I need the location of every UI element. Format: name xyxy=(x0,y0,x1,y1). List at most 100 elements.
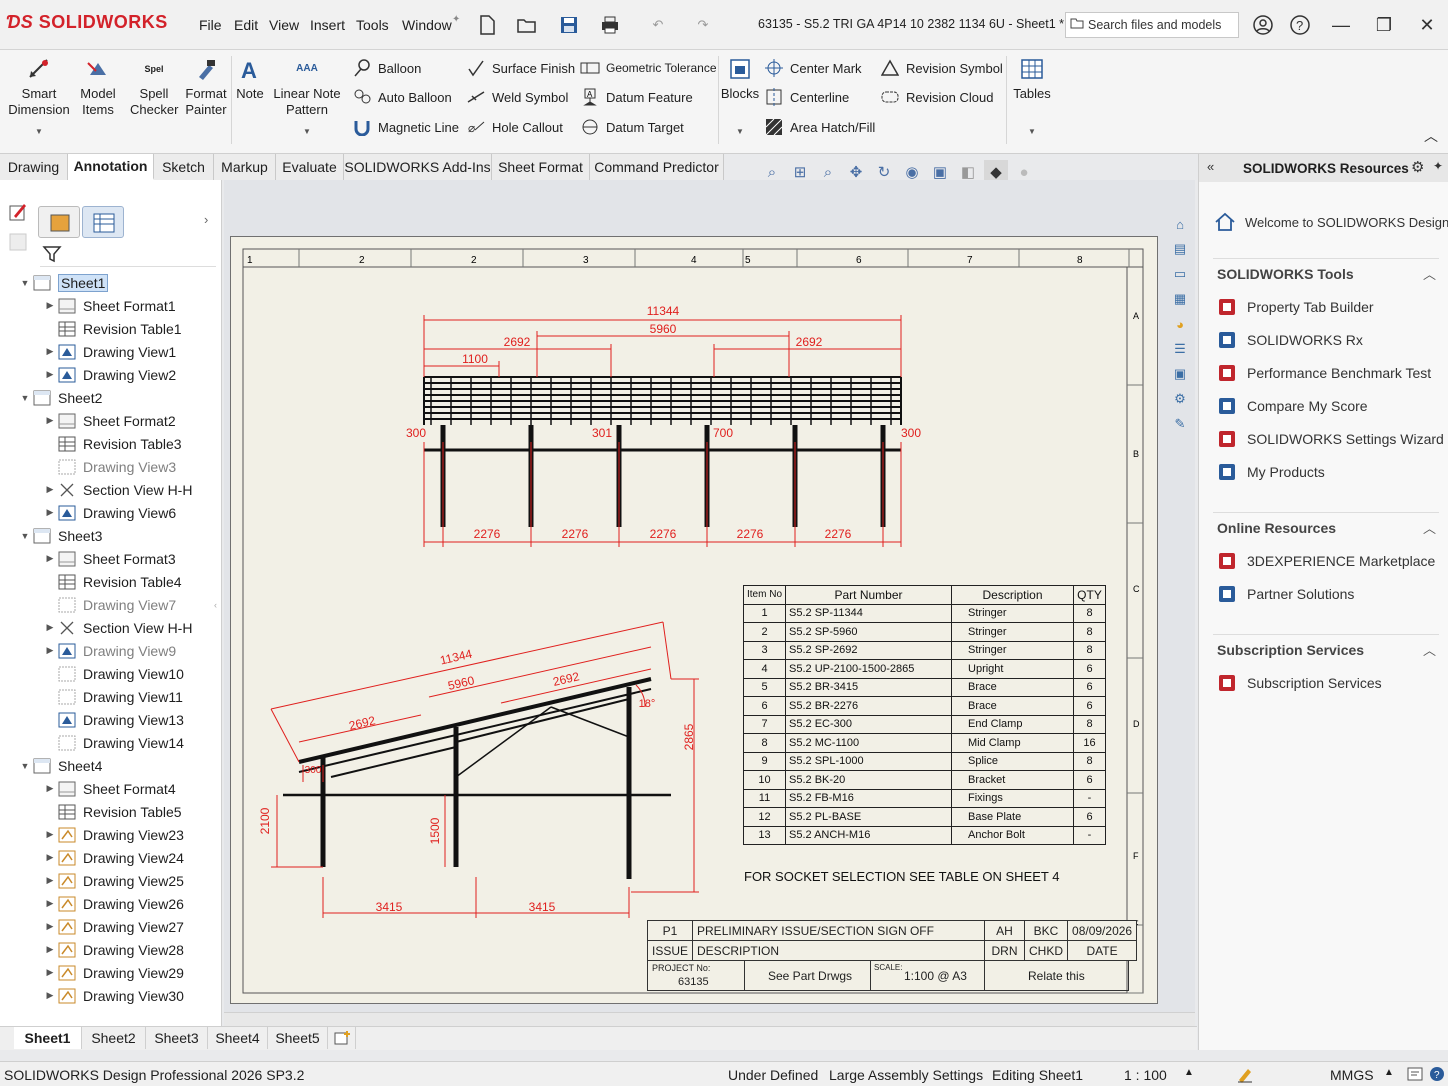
iso-dim-left[interactable]: 2692 xyxy=(348,713,377,733)
expanded-arrow-icon[interactable]: ▼ xyxy=(18,761,32,771)
tab-sheet-format[interactable]: Sheet Format xyxy=(492,154,590,180)
dim-ov-right[interactable]: 300 xyxy=(901,426,921,440)
collapsed-arrow-icon[interactable]: ▶ xyxy=(43,415,57,426)
dim-ov-mid2[interactable]: 700 xyxy=(713,426,733,440)
tree-item[interactable]: Drawing View7 xyxy=(18,593,218,616)
bom-row[interactable]: 9 S5.2 SPL-1000 Splice 8 xyxy=(742,751,1107,771)
resource-link[interactable]: SOLIDWORKS Rx xyxy=(1215,323,1445,356)
dim-overall[interactable]: 11344 xyxy=(647,304,680,318)
view-palette-icon[interactable]: ▦ xyxy=(1167,287,1193,311)
menu-view[interactable]: View xyxy=(269,17,299,35)
drawing-view-front[interactable]: 11344 5960 2692 2692 1100 300 301 700 30… xyxy=(406,304,921,547)
tree-item[interactable]: Drawing View3 xyxy=(18,455,218,478)
dim-ov-mid1[interactable]: 301 xyxy=(592,426,612,440)
collapsed-arrow-icon[interactable]: ▶ xyxy=(43,990,57,1001)
drawing-sheet[interactable]: 122345678 ABCDFF xyxy=(230,236,1158,1004)
sheet-tab-1[interactable]: Sheet1 xyxy=(14,1027,82,1049)
tree-sheet[interactable]: ▼ Sheet1 xyxy=(18,271,218,294)
section-tools-header[interactable]: SOLIDWORKS Tools xyxy=(1217,266,1354,282)
dim-right[interactable]: 2692 xyxy=(796,335,823,349)
tree-item[interactable]: ▶ Drawing View27 xyxy=(18,915,218,938)
bom-row[interactable]: 12 S5.2 PL-BASE Base Plate 6 xyxy=(742,807,1107,827)
add-sheet-icon[interactable] xyxy=(328,1027,356,1049)
collapsed-arrow-icon[interactable]: ▶ xyxy=(43,507,57,518)
tree-item[interactable]: ▶ Drawing View1 xyxy=(18,340,218,363)
collapsed-arrow-icon[interactable]: ▶ xyxy=(43,898,57,909)
dim-spacing-4[interactable]: 2276 xyxy=(737,527,764,541)
status-large-assembly[interactable]: Large Assembly Settings xyxy=(829,1067,983,1083)
dim-left[interactable]: 2692 xyxy=(504,335,531,349)
chevron-up-icon[interactable]: ︿ xyxy=(1423,518,1436,537)
collapsed-arrow-icon[interactable]: ▶ xyxy=(43,921,57,932)
bom-row[interactable]: 10 S5.2 BK-20 Bracket 6 xyxy=(742,770,1107,790)
status-scale[interactable]: 1 : 100 xyxy=(1124,1067,1167,1083)
socket-note[interactable]: FOR SOCKET SELECTION SEE TABLE ON SHEET … xyxy=(744,869,1059,884)
tree-item[interactable]: ▶ Drawing View24 xyxy=(18,846,218,869)
collapsed-arrow-icon[interactable]: ▶ xyxy=(43,622,57,633)
tools-icon[interactable]: ✎ xyxy=(1167,412,1193,436)
appearances-icon[interactable]: ◕ xyxy=(1167,312,1193,336)
resource-link[interactable]: My Products xyxy=(1215,455,1445,488)
close-button[interactable]: ✕ xyxy=(1412,10,1442,40)
drawing-view-side[interactable]: 11344 5960 2692 2692 18° 300 2865 2100 1… xyxy=(258,621,699,918)
tab-command-predictor[interactable]: Command Predictor xyxy=(590,154,724,180)
tab-sketch[interactable]: Sketch xyxy=(154,154,214,180)
rebuild-icon[interactable] xyxy=(1236,1065,1254,1086)
bom-row[interactable]: 2 S5.2 SP-5960 Stringer 8 xyxy=(742,622,1107,642)
chevron-up-icon[interactable]: ▲ xyxy=(1184,1067,1194,1078)
collapsed-arrow-icon[interactable]: ▶ xyxy=(43,944,57,955)
tables-button[interactable]: Tables ▼ xyxy=(1010,56,1054,146)
tree-item[interactable]: Drawing View10 xyxy=(18,662,218,685)
home-icon[interactable]: ⌂ xyxy=(1167,212,1193,236)
tree-item[interactable]: ▶ Section View H-H xyxy=(18,478,218,501)
iso-dim-height-left[interactable]: 2100 xyxy=(258,807,272,834)
resource-link[interactable]: Partner Solutions xyxy=(1215,577,1445,610)
dim-spacing-3[interactable]: 2276 xyxy=(650,527,677,541)
bom-row[interactable]: 4 S5.2 UP-2100-1500-2865 Upright 6 xyxy=(742,659,1107,679)
tree-item[interactable]: ▶ Drawing View28 xyxy=(18,938,218,961)
pin-icon[interactable]: ✦ xyxy=(1433,159,1443,173)
revision-symbol-button[interactable]: Revision Symbol xyxy=(880,56,1003,80)
panel-splitter[interactable]: ‹ xyxy=(214,600,220,630)
collapse-ribbon-icon[interactable]: ︿ xyxy=(1424,126,1438,146)
dim-inner[interactable]: 5960 xyxy=(650,322,677,336)
sheet-tab-2[interactable]: Sheet2 xyxy=(82,1027,146,1049)
search-input[interactable]: Search files and models xyxy=(1065,12,1239,38)
tree-item[interactable]: ▶ Drawing View30 xyxy=(18,984,218,1007)
tree-item[interactable]: Revision Table3 xyxy=(18,432,218,455)
dim-ov-left[interactable]: 300 xyxy=(406,426,426,440)
tab-addins[interactable]: SOLIDWORKS Add-Ins xyxy=(344,154,492,180)
menu-file[interactable]: File xyxy=(199,17,222,35)
notes-icon[interactable] xyxy=(1406,1065,1424,1086)
tab-evaluate[interactable]: Evaluate xyxy=(276,154,344,180)
iso-dim-angle[interactable]: 18° xyxy=(639,698,656,710)
tree-item[interactable]: ▶ Drawing View29 xyxy=(18,961,218,984)
tree-sheet[interactable]: ▼ Sheet3 xyxy=(18,524,218,547)
expanded-arrow-icon[interactable]: ▼ xyxy=(18,393,32,403)
bom-row[interactable]: 13 S5.2 ANCH-M16 Anchor Bolt - xyxy=(742,825,1107,845)
blocks-button[interactable]: Blocks ▼ xyxy=(720,56,760,146)
undo-icon[interactable]: ↶ xyxy=(645,12,671,38)
smart-dimension-button[interactable]: Smart Dimension ▼ xyxy=(4,56,74,146)
minimize-button[interactable]: — xyxy=(1326,10,1356,40)
bom-row[interactable]: 3 S5.2 SP-2692 Stringer 8 xyxy=(742,640,1107,660)
sheet-tab-3[interactable]: Sheet3 xyxy=(146,1027,208,1049)
tree-item[interactable]: ▶ Drawing View26 xyxy=(18,892,218,915)
bom-row[interactable]: 5 S5.2 BR-3415 Brace 6 xyxy=(742,677,1107,697)
filter-icon[interactable] xyxy=(42,244,62,267)
weld-symbol-button[interactable]: Weld Symbol xyxy=(466,85,568,109)
menu-window[interactable]: Window xyxy=(402,17,452,35)
pin-icon[interactable]: ✦ xyxy=(452,14,460,25)
menu-insert[interactable]: Insert xyxy=(310,17,345,35)
tree-item[interactable]: ▶ Drawing View2 xyxy=(18,363,218,386)
help-status-icon[interactable]: ? xyxy=(1428,1065,1446,1086)
solidworks-forum-icon[interactable]: ⚙ xyxy=(1167,387,1193,411)
resource-link[interactable]: 3DEXPERIENCE Marketplace xyxy=(1215,544,1445,577)
horizontal-scrollbar[interactable] xyxy=(224,1012,1195,1026)
welcome-link[interactable]: Welcome to SOLIDWORKS Design xyxy=(1213,208,1448,236)
tree-sheet[interactable]: ▼ Sheet4 xyxy=(18,754,218,777)
status-units[interactable]: MMGS xyxy=(1330,1067,1374,1083)
collapsed-arrow-icon[interactable]: ▶ xyxy=(43,967,57,978)
design-library-icon[interactable]: ▤ xyxy=(1167,237,1193,261)
bom-row[interactable]: 6 S5.2 BR-2276 Brace 6 xyxy=(742,696,1107,716)
